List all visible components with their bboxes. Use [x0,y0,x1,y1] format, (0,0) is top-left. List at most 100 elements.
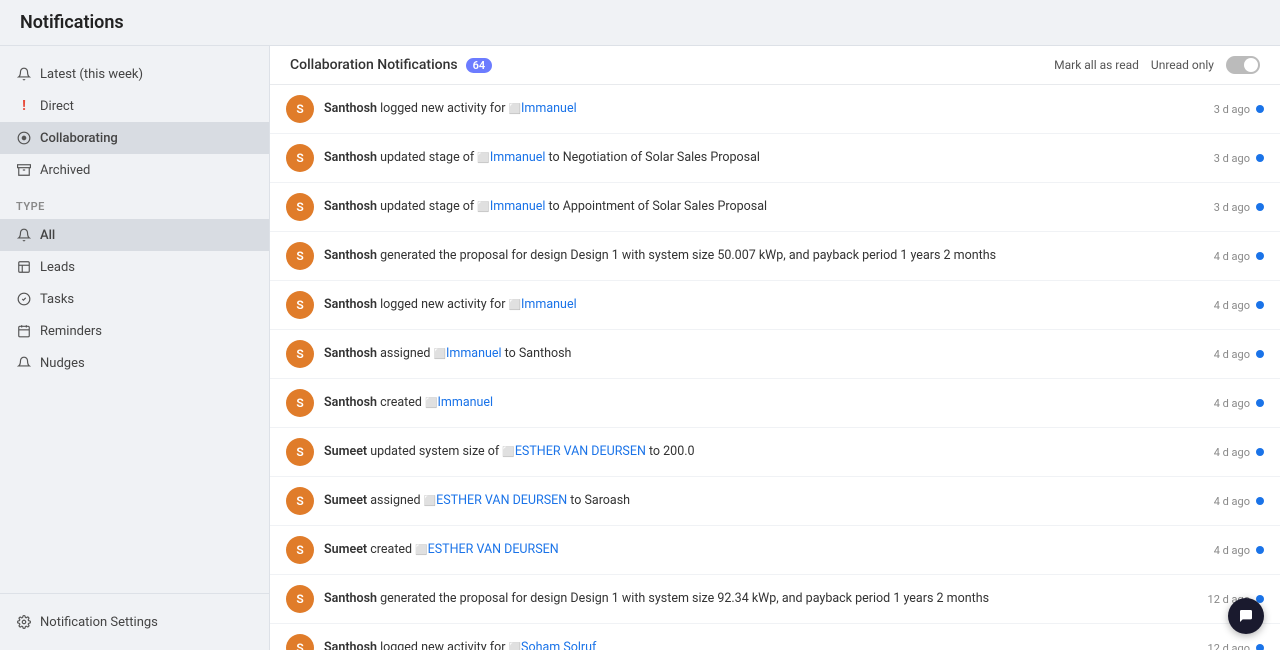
notification-link[interactable]: ESTHER VAN DEURSEN [515,444,646,459]
notification-count-badge: 64 [466,58,493,73]
reminders-icon [16,323,32,339]
nudges-icon [16,355,32,371]
avatar: S [286,389,314,417]
avatar: S [286,144,314,172]
notification-text: Sumeet updated system size of ESTHER VAN… [324,443,1204,461]
notification-row[interactable]: S Santhosh updated stage of Immanuel to N… [270,134,1280,183]
notification-link[interactable]: ESTHER VAN DEURSEN [428,542,559,557]
time-ago: 4 d ago [1214,397,1250,410]
time-ago: 4 d ago [1214,250,1250,263]
notification-row[interactable]: SSanthosh generated the proposal for des… [270,232,1280,281]
unread-dot [1256,154,1264,162]
type-section-title: Type [0,186,269,219]
sidebar-item-latest[interactable]: Latest (this week) [0,58,269,90]
exclamation-icon: ! [16,98,32,114]
notification-text: Santhosh generated the proposal for desi… [324,590,1198,608]
notification-suffix: to Appointment of Solar Sales Proposal [545,199,767,214]
gear-icon [16,614,32,630]
avatar: S [286,585,314,613]
notification-action: updated stage of [377,199,477,214]
notification-link[interactable]: Immanuel [490,199,546,214]
sidebar-item-collaborating[interactable]: Collaborating [0,122,269,154]
notification-link[interactable]: Immanuel [446,346,502,361]
notification-text: Santhosh logged new activity for Immanue… [324,296,1204,314]
notification-action: generated the proposal for design Design… [377,248,996,263]
notification-row[interactable]: SSanthosh updated stage of Immanuel to A… [270,183,1280,232]
sidebar-item-archived[interactable]: Archived [0,154,269,186]
notification-meta: 3 d ago [1214,103,1264,116]
record-icon [509,103,521,117]
notification-row[interactable]: SSumeet created ESTHER VAN DEURSEN4 d ag… [270,526,1280,575]
avatar: S [286,340,314,368]
notification-link[interactable]: Immanuel [521,297,577,312]
notification-action: created [367,542,415,557]
chat-widget[interactable] [1228,598,1264,634]
time-ago: 3 d ago [1214,103,1250,116]
notification-actor: Santhosh [324,346,377,361]
notification-suffix: to Santhosh [502,346,572,361]
notification-link[interactable]: Immanuel [490,150,546,165]
record-icon [477,201,489,215]
sidebar-item-direct[interactable]: ! Direct [0,90,269,122]
notification-link[interactable]: Soham Solruf [521,640,596,650]
notification-row[interactable]: S Santhosh generated the proposal for des… [270,575,1280,624]
sidebar-item-direct-label: Direct [40,99,74,114]
time-ago: 4 d ago [1214,299,1250,312]
notification-suffix: to Saroash [567,493,630,508]
sidebar-item-reminders-label: Reminders [40,324,102,339]
unread-dot [1256,546,1264,554]
notification-link[interactable]: ESTHER VAN DEURSEN [436,493,567,508]
notification-row[interactable]: SSanthosh logged new activity for Immanu… [270,85,1280,134]
app-layout: Notifications Latest (this week) ! Direc… [0,0,1280,650]
notification-action: assigned [377,346,434,361]
sidebar-item-all-label: All [40,228,55,243]
record-icon [415,544,427,558]
notification-meta: 4 d ago [1214,397,1264,410]
avatar: S [286,487,314,515]
notification-text: Santhosh updated stage of Immanuel to Ap… [324,198,1204,216]
notification-suffix: to Negotiation of Solar Sales Proposal [545,150,760,165]
notification-text: Santhosh created Immanuel [324,394,1204,412]
notification-actor: Santhosh [324,591,377,606]
unread-dot [1256,105,1264,113]
sidebar-bottom: Notification Settings [0,593,269,638]
sidebar-item-archived-label: Archived [40,163,90,178]
unread-only-label: Unread only [1151,58,1214,72]
notification-row[interactable]: SSanthosh logged new activity for Soham … [270,624,1280,650]
sidebar-item-nudges[interactable]: Nudges [0,347,269,379]
notification-link[interactable]: Immanuel [521,101,577,116]
mark-all-read-button[interactable]: Mark all as read [1054,58,1139,72]
notification-row[interactable]: S Santhosh created Immanuel 4 d ago [270,379,1280,428]
notification-row[interactable]: SSumeet updated system size of ESTHER VA… [270,428,1280,477]
notification-text: Santhosh logged new activity for Immanue… [324,100,1204,118]
notification-settings-item[interactable]: Notification Settings [0,606,269,638]
notification-link[interactable]: Immanuel [438,395,494,410]
sidebar-item-collaborating-label: Collaborating [40,131,118,146]
bell-icon [16,66,32,82]
notification-action: logged new activity for [377,297,509,312]
unread-dot [1256,252,1264,260]
record-icon [509,299,521,313]
notification-meta: 3 d ago [1214,201,1264,214]
notification-row[interactable]: SSumeet assigned ESTHER VAN DEURSEN to S… [270,477,1280,526]
sidebar-item-nudges-label: Nudges [40,356,85,371]
record-icon [477,152,489,166]
record-icon [424,495,436,509]
sidebar-item-reminders[interactable]: Reminders [0,315,269,347]
notification-row[interactable]: SSanthosh assigned Immanuel to Santhosh4… [270,330,1280,379]
sidebar-item-leads[interactable]: Leads [0,251,269,283]
notification-actor: Santhosh [324,101,377,116]
sidebar-item-leads-label: Leads [40,260,75,275]
notification-action: assigned [367,493,424,508]
main-content: Collaboration Notifications 64 Mark all … [270,46,1280,650]
notification-row[interactable]: SSanthosh logged new activity for Immanu… [270,281,1280,330]
notification-meta: 4 d ago [1214,544,1264,557]
unread-only-toggle[interactable] [1226,56,1260,74]
notification-text: Santhosh updated stage of Immanuel to Ne… [324,149,1204,167]
tasks-icon [16,291,32,307]
sidebar-item-all[interactable]: All [0,219,269,251]
notification-actor: Sumeet [324,444,367,459]
sidebar-item-tasks[interactable]: Tasks [0,283,269,315]
sidebar: Latest (this week) ! Direct Collaboratin… [0,46,270,650]
unread-dot [1256,497,1264,505]
